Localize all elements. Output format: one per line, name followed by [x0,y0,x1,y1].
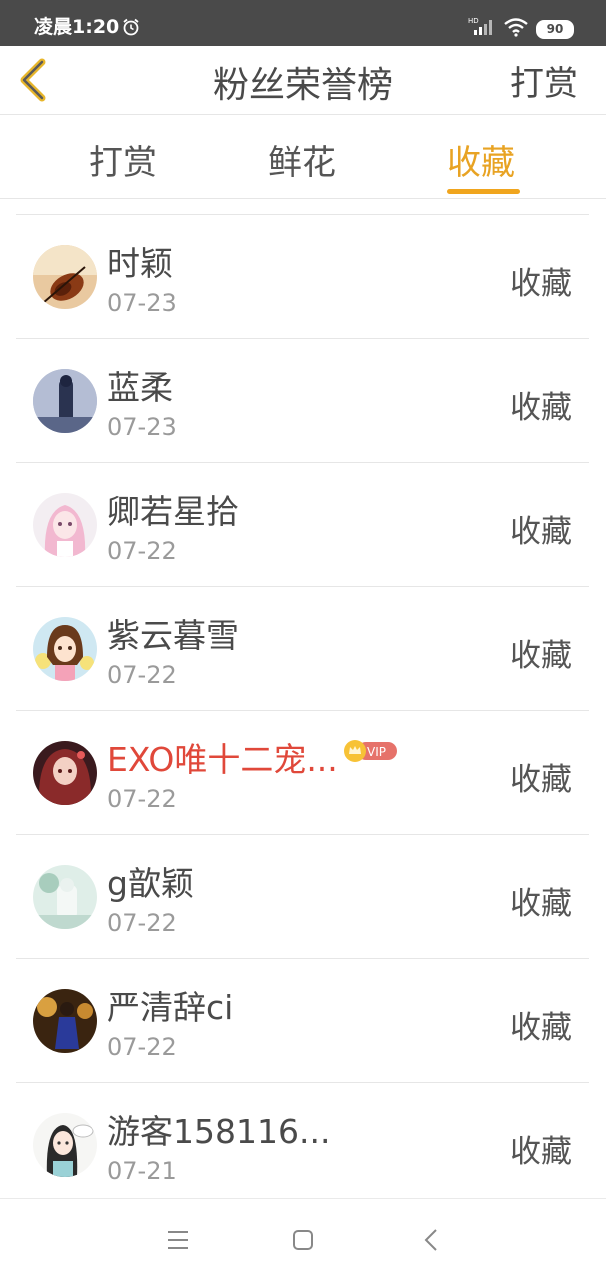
user-date: 07-22 [107,785,177,813]
item-action-label: 收藏 [510,1134,572,1170]
item-action-label: 收藏 [510,390,572,426]
network-label: HD [468,17,479,25]
avatar [33,989,97,1053]
list-item[interactable]: 游客158116... 07-21 收藏 [16,1083,589,1207]
user-date: 07-22 [107,537,177,565]
vip-label: VIP [367,745,386,759]
status-bar: 凌晨1:20 HD 90 [0,0,606,46]
list-item[interactable]: 时颖 07-23 收藏 [16,215,589,339]
tab-bar: 打赏 鲜花 收藏 [0,115,606,199]
avatar [33,493,97,557]
menu-icon[interactable] [166,1229,190,1251]
item-action-label: 收藏 [510,762,572,798]
vip-badge: VIP [344,740,397,762]
list-item[interactable]: 卿若星拾 07-22 收藏 [16,463,589,587]
user-name: 严清辞ci [107,988,234,1027]
system-nav-bar [0,1198,606,1280]
avatar [33,1113,97,1177]
user-date: 07-22 [107,909,177,937]
item-action-label: 收藏 [510,638,572,674]
avatar [33,245,97,309]
user-date: 07-22 [107,1033,177,1061]
user-name: 游客158116... [107,1112,331,1151]
user-name: 蓝柔 [107,368,173,407]
alarm-clock-icon [123,18,139,36]
battery-icon: 90 [536,20,574,39]
signal-icon: HD [468,17,492,35]
status-time: 凌晨1:20 [34,16,120,38]
item-action-label: 收藏 [510,1010,572,1046]
header-reward-button[interactable]: 打赏 [510,56,578,105]
list-item[interactable]: 严清辞ci 07-22 收藏 [16,959,589,1083]
user-name: 紫云暮雪 [107,616,239,655]
avatar [33,741,97,805]
user-date: 07-21 [107,1157,177,1185]
user-name: EXO唯十二宠... [107,740,338,779]
back-triangle-icon[interactable] [423,1227,439,1253]
user-name: 卿若星拾 [107,492,239,531]
fan-list: 时颖 07-23 收藏 蓝柔 07-23 收藏 卿若星拾 07-22 收藏 紫云… [16,214,589,1207]
tab-flowers[interactable]: 鲜花 [268,135,336,184]
user-name: 时颖 [107,244,173,283]
item-action-label: 收藏 [510,266,572,302]
list-item[interactable]: g歆颖 07-22 收藏 [16,835,589,959]
avatar [33,369,97,433]
user-date: 07-22 [107,661,177,689]
tab-favorites[interactable]: 收藏 [447,135,515,184]
avatar [33,617,97,681]
user-name: g歆颖 [107,864,194,903]
list-item[interactable]: 蓝柔 07-23 收藏 [16,339,589,463]
user-date: 07-23 [107,289,177,317]
list-item[interactable]: EXO唯十二宠... VIP 07-22 收藏 [16,711,589,835]
item-action-label: 收藏 [510,886,572,922]
list-item[interactable]: 紫云暮雪 07-22 收藏 [16,587,589,711]
wifi-icon [504,18,528,37]
tab-reward[interactable]: 打赏 [89,135,157,184]
screen: 凌晨1:20 HD 90 粉丝荣誉榜 打赏 打赏 鲜花 收藏 时颖 07-23 … [0,0,606,1280]
home-square-icon[interactable] [292,1229,314,1251]
app-header: 粉丝荣誉榜 打赏 [0,46,606,115]
item-action-label: 收藏 [510,514,572,550]
avatar [33,865,97,929]
active-tab-indicator [447,189,520,194]
user-date: 07-23 [107,413,177,441]
